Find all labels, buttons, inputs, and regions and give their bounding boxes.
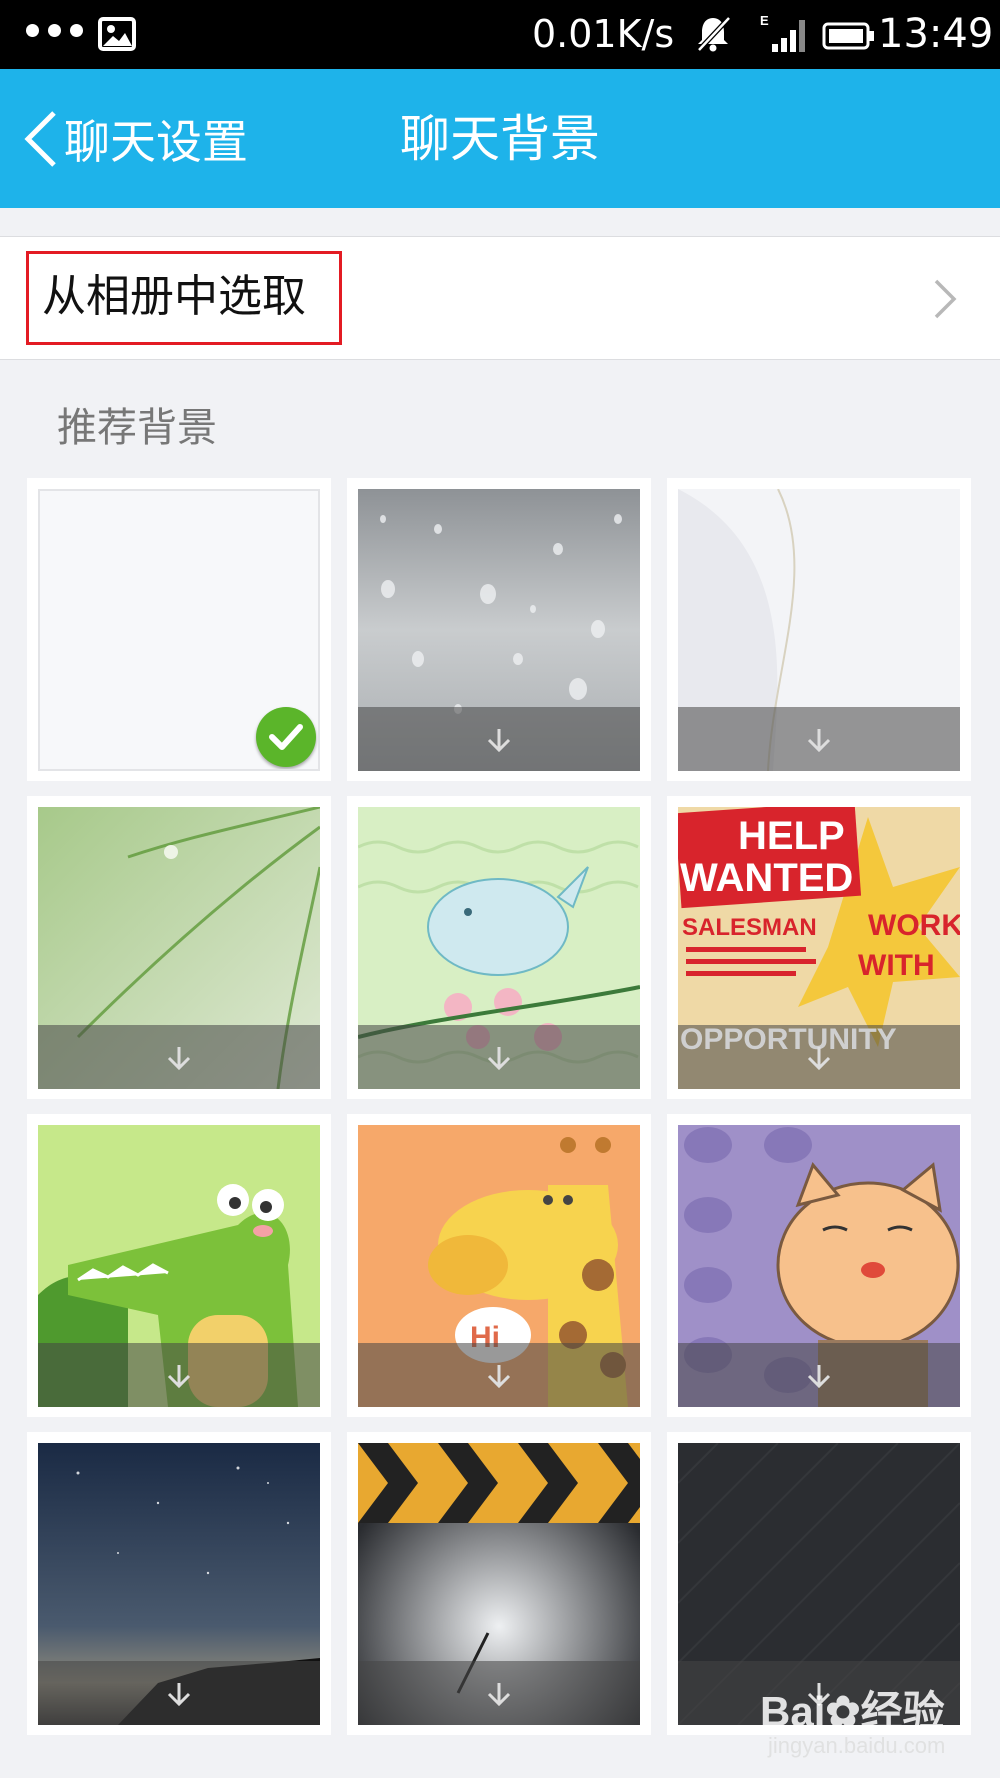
download-icon: [167, 1047, 191, 1071]
download-bar: [678, 1343, 960, 1407]
background-tile-cat-face[interactable]: [667, 1114, 971, 1417]
background-thumbnail: Hi: [358, 1125, 640, 1407]
background-thumbnail: [358, 807, 640, 1089]
download-icon: [167, 1365, 191, 1389]
mute-icon: [697, 16, 731, 52]
download-bar: [38, 1025, 320, 1089]
background-tile-feather[interactable]: [667, 478, 971, 781]
poster-text-line2: WANTED: [680, 856, 853, 900]
background-tile-bird-flowers[interactable]: [347, 796, 651, 1099]
background-thumbnail: [678, 489, 960, 771]
download-icon: [487, 1683, 511, 1707]
page-title: 聊天背景: [400, 110, 600, 168]
background-tile-green-grass[interactable]: [27, 796, 331, 1099]
background-thumbnail: HELP WANTED SALESMAN WORK WITH OPPORTUNI…: [678, 807, 960, 1089]
download-icon: [167, 1683, 191, 1707]
download-bar: [358, 1661, 640, 1725]
choose-from-album-row[interactable]: 从相册中选取: [0, 236, 1000, 360]
background-thumbnail: [678, 1125, 960, 1407]
background-tile-night-sky[interactable]: [27, 1432, 331, 1735]
download-bar: [358, 1025, 640, 1089]
download-bar: [38, 1343, 320, 1407]
image-notification-icon: [98, 17, 136, 51]
background-tile-rain-drops[interactable]: [347, 478, 651, 781]
background-thumbnail: [358, 489, 640, 771]
poster-text-line6: OPPORTUNITY: [680, 1025, 897, 1056]
poster-text-line1: HELP: [738, 814, 845, 858]
background-tile-chevron-stripes[interactable]: [347, 1432, 651, 1735]
background-thumbnail: [38, 1443, 320, 1725]
background-thumbnail: [38, 807, 320, 1089]
download-icon: [807, 1047, 831, 1071]
poster-text-line5: WITH: [858, 949, 935, 982]
nav-bar: 聊天设置 聊天背景: [0, 69, 1000, 208]
choose-from-album-label: 从相册中选取: [42, 271, 306, 322]
download-icon: [807, 1365, 831, 1389]
background-tile-blank[interactable]: [27, 478, 331, 781]
network-speed: 0.01K/s: [532, 12, 675, 56]
background-thumbnail: [38, 1125, 320, 1407]
chevron-right-icon: [934, 279, 957, 319]
download-bar: [678, 707, 960, 771]
download-bar: [358, 1343, 640, 1407]
battery-icon: [822, 22, 874, 50]
download-bar: OPPORTUNITY: [678, 1025, 960, 1089]
watermark-brand-cn: 经验: [860, 1688, 945, 1735]
status-bar: 0.01K/s E 13:49: [0, 0, 1000, 69]
paw-icon: ✿: [825, 1688, 861, 1735]
section-title: 推荐背景: [57, 405, 217, 451]
download-icon: [487, 1365, 511, 1389]
watermark-brand: Bai: [760, 1688, 826, 1735]
background-tile-giraffe[interactable]: Hi: [347, 1114, 651, 1417]
download-bar: [358, 707, 640, 771]
signal-icon: E: [760, 14, 805, 52]
background-tile-help-wanted[interactable]: HELP WANTED SALESMAN WORK WITH OPPORTUNI…: [667, 796, 971, 1099]
download-icon: [487, 1047, 511, 1071]
background-thumbnail: [358, 1443, 640, 1725]
background-tile-crocodile[interactable]: [27, 1114, 331, 1417]
baidu-watermark: Bai✿经验: [760, 1678, 945, 1739]
selected-check-icon: [256, 707, 316, 767]
poster-text-line4: WORK: [868, 909, 960, 942]
download-icon: [487, 729, 511, 753]
download-bar: [38, 1661, 320, 1725]
svg-text:E: E: [760, 14, 769, 28]
watermark-url: jingyan.baidu.com: [768, 1733, 946, 1758]
poster-text-line3: SALESMAN: [682, 914, 817, 941]
more-dots-icon: [26, 24, 83, 37]
download-icon: [807, 729, 831, 753]
clock: 13:49: [878, 11, 994, 57]
background-thumbnail: [38, 489, 320, 771]
